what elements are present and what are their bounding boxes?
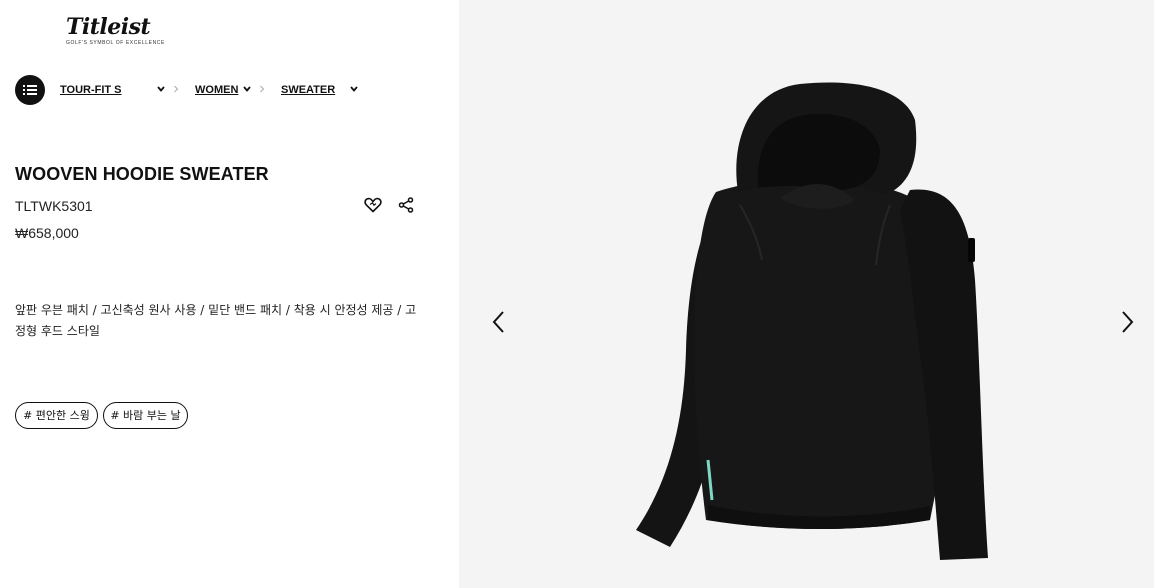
chevron-down-icon[interactable] xyxy=(156,82,166,96)
chevron-down-icon[interactable] xyxy=(242,82,252,96)
brand-logo[interactable]: Titleist GOLF'S SYMBOL OF EXCELLENCE xyxy=(62,14,164,48)
hashtag-chip[interactable]: # 바람 부는 날 xyxy=(103,402,188,429)
heart-icon xyxy=(364,197,382,213)
brand-tagline: GOLF'S SYMBOL OF EXCELLENCE xyxy=(66,40,165,46)
chevron-left-icon xyxy=(492,311,504,333)
product-info-panel: Titleist GOLF'S SYMBOL OF EXCELLENCE TOU… xyxy=(0,0,459,588)
gallery-next-button[interactable] xyxy=(1115,307,1139,337)
chevron-down-icon[interactable] xyxy=(349,82,359,96)
category-menu-button[interactable] xyxy=(15,75,45,105)
product-image-hoodie xyxy=(636,82,988,560)
share-button[interactable] xyxy=(395,194,417,216)
product-title: WOOVEN HOODIE SWEATER xyxy=(15,164,269,184)
breadcrumb-item-women[interactable]: WOMEN xyxy=(195,83,238,97)
product-sku: TLTWK5301 xyxy=(15,198,93,214)
brand-logo-wordmark: Titleist xyxy=(66,14,151,40)
breadcrumb-separator-icon xyxy=(260,85,265,93)
breadcrumb-item-sweater[interactable]: SWEATER xyxy=(281,83,335,97)
product-price: ₩658,000 xyxy=(15,225,79,241)
list-menu-icon xyxy=(23,85,37,95)
breadcrumb-separator-icon xyxy=(174,85,179,93)
share-icon xyxy=(398,197,414,213)
product-description: 앞판 우븐 패치 / 고신축성 원사 사용 / 밑단 밴드 패치 / 착용 시 … xyxy=(15,303,417,338)
gallery-prev-button[interactable] xyxy=(487,307,511,337)
breadcrumb-item-tour-fit-s[interactable]: TOUR-FIT S xyxy=(60,83,122,97)
hashtag-chip[interactable]: # 편안한 스윙 xyxy=(15,402,98,429)
wishlist-button[interactable] xyxy=(362,194,384,216)
chevron-right-icon xyxy=(1122,311,1134,333)
